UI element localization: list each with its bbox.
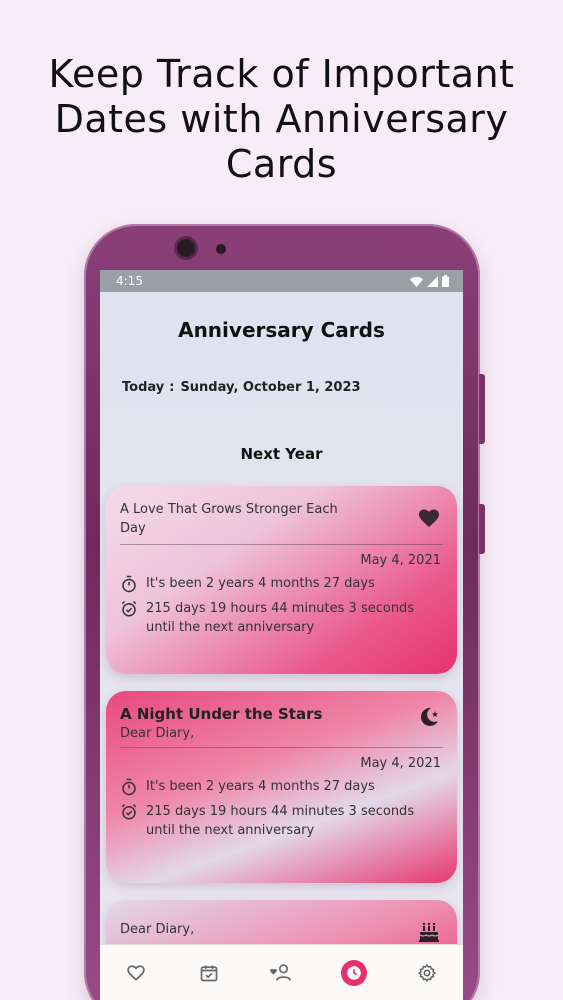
alarm-check-icon <box>121 803 137 820</box>
cake-icon <box>419 922 439 942</box>
elapsed-months: 4 months <box>258 576 320 591</box>
moon-star-icon <box>420 707 438 726</box>
elapsed-months: 4 months <box>258 779 320 794</box>
headline-line-3: Cards <box>225 142 338 186</box>
card-title: A Love That Grows Stronger Each Day <box>120 502 338 536</box>
card-date: May 4, 2021 <box>360 553 441 568</box>
countdown-line-2: until the next anniversary <box>146 620 315 635</box>
today-row: Today: Sunday, October 1, 2023 <box>122 380 463 395</box>
heart-outline-icon <box>127 964 146 981</box>
anniversary-card[interactable]: A Night Under the Stars Dear Diary, May … <box>106 691 457 883</box>
today-label: Today <box>122 380 165 395</box>
nav-timers[interactable] <box>337 956 371 990</box>
nav-contacts[interactable] <box>264 956 298 990</box>
signal-icon <box>427 275 438 287</box>
clock-icon <box>347 965 361 980</box>
elapsed-years: 2 years <box>205 576 255 591</box>
card-divider <box>120 544 443 545</box>
status-bar: 4:15 <box>100 270 463 292</box>
elapsed-prefix: It's been <box>146 576 202 591</box>
headline: Keep Track of Important Dates with Anniv… <box>0 52 563 187</box>
anniversary-card[interactable]: A Love That Grows Stronger Each Day May … <box>106 486 457 674</box>
headline-line-1: Keep Track of Important <box>48 52 515 96</box>
bottom-nav <box>100 944 463 1000</box>
elapsed-row: It's been 2 years 4 months 27 days <box>120 574 443 593</box>
countdown-row: 215 days 19 hours 44 minutes 3 seconds u… <box>120 802 443 840</box>
stopwatch-icon <box>122 778 136 796</box>
gear-icon <box>418 963 436 982</box>
elapsed-row: It's been 2 years 4 months 27 days <box>120 777 443 796</box>
camera-icon <box>177 239 195 257</box>
alarm-check-icon <box>121 600 137 617</box>
nav-calendar[interactable] <box>192 956 226 990</box>
nav-settings[interactable] <box>410 956 444 990</box>
countdown-line-1: 215 days 19 hours 44 minutes 3 seconds <box>146 601 415 616</box>
heart-icon <box>419 509 439 527</box>
page-title: Anniversary Cards <box>178 318 385 342</box>
user-heart-icon <box>270 963 292 981</box>
card-subtitle: Dear Diary, <box>120 922 195 937</box>
status-time: 4:15 <box>116 274 143 288</box>
card-divider <box>120 747 443 748</box>
nav-anniversaries[interactable] <box>119 956 153 990</box>
phone-side-button <box>479 374 485 444</box>
headline-line-2: Dates with Anniversary <box>54 97 509 141</box>
countdown-line-1: 215 days 19 hours 44 minutes 3 seconds <box>146 804 415 819</box>
sensor-icon <box>216 244 226 254</box>
wifi-icon <box>410 276 423 287</box>
countdown-row: 215 days 19 hours 44 minutes 3 seconds u… <box>120 599 443 637</box>
phone-screen: 4:15 Anniversary Cards Today: Sunday, Oct… <box>100 270 463 1000</box>
today-separator: : <box>169 380 175 395</box>
phone-side-button <box>479 504 485 554</box>
section-label: Next Year <box>240 445 323 463</box>
countdown-line-2: until the next anniversary <box>146 823 315 838</box>
elapsed-prefix: It's been <box>146 779 202 794</box>
card-title: A Night Under the Stars <box>120 705 323 723</box>
nav-active-indicator <box>341 959 368 986</box>
stopwatch-icon <box>122 575 136 593</box>
card-subtitle: Dear Diary, <box>120 726 195 741</box>
battery-icon <box>442 275 449 287</box>
status-icons <box>410 275 449 287</box>
elapsed-days: 27 days <box>323 576 375 591</box>
calendar-check-icon <box>200 965 218 981</box>
today-value: Sunday, October 1, 2023 <box>180 380 361 395</box>
elapsed-days: 27 days <box>323 779 375 794</box>
card-date: May 4, 2021 <box>360 756 441 771</box>
elapsed-years: 2 years <box>205 779 255 794</box>
